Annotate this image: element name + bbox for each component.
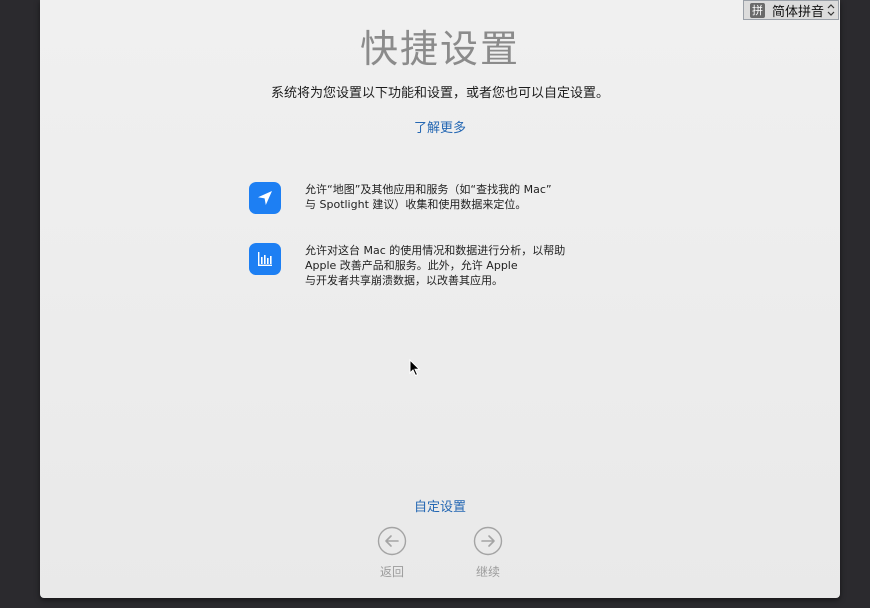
analytics-bars-icon	[249, 243, 281, 275]
back-button[interactable]: 返回	[362, 526, 422, 580]
feature-location-line-2: 与 Spotlight 建议）收集和使用数据来定位。	[305, 198, 527, 211]
up-down-chevron-icon	[827, 4, 835, 16]
feature-analytics-line-1: 允许对这台 Mac 的使用情况和数据进行分析，以帮助	[305, 244, 566, 257]
feature-location-text: 允许“地图”及其他应用和服务（如“查找我的 Mac” 与 Spotlight 建…	[305, 182, 605, 212]
continue-button[interactable]: 继续	[458, 526, 518, 580]
forward-arrow-icon	[473, 526, 503, 556]
back-arrow-icon	[377, 526, 407, 556]
feature-location-line-1: 允许“地图”及其他应用和服务（如“查找我的 Mac”	[305, 183, 552, 196]
input-source-menu[interactable]: 拼 简体拼音	[743, 0, 839, 20]
setup-window: 快捷设置 系统将为您设置以下功能和设置，或者您也可以自定设置。 了解更多 允许“…	[40, 0, 840, 598]
page-title: 快捷设置	[359, 27, 520, 71]
location-arrow-icon	[249, 182, 281, 214]
page-subtitle: 系统将为您设置以下功能和设置，或者您也可以自定设置。	[270, 86, 609, 101]
pinyin-input-icon: 拼	[750, 2, 765, 18]
feature-analytics: 允许对这台 Mac 的使用情况和数据进行分析，以帮助 Apple 改善产品和服务…	[249, 243, 605, 288]
feature-analytics-line-2: Apple 改善产品和服务。此外，允许 Apple	[305, 259, 518, 272]
continue-label: 继续	[475, 565, 500, 579]
feature-analytics-text: 允许对这台 Mac 的使用情况和数据进行分析，以帮助 Apple 改善产品和服务…	[305, 243, 605, 288]
feature-analytics-line-3: 与开发者共享崩溃数据，以改善其应用。	[305, 274, 503, 287]
mouse-pointer-icon	[409, 359, 421, 377]
input-source-label: 简体拼音	[772, 4, 825, 20]
back-label: 返回	[379, 565, 404, 579]
learn-more-link[interactable]: 了解更多	[40, 117, 840, 136]
feature-location: 允许“地图”及其他应用和服务（如“查找我的 Mac” 与 Spotlight 建…	[249, 182, 605, 214]
custom-setup-link[interactable]: 自定设置	[40, 496, 840, 515]
